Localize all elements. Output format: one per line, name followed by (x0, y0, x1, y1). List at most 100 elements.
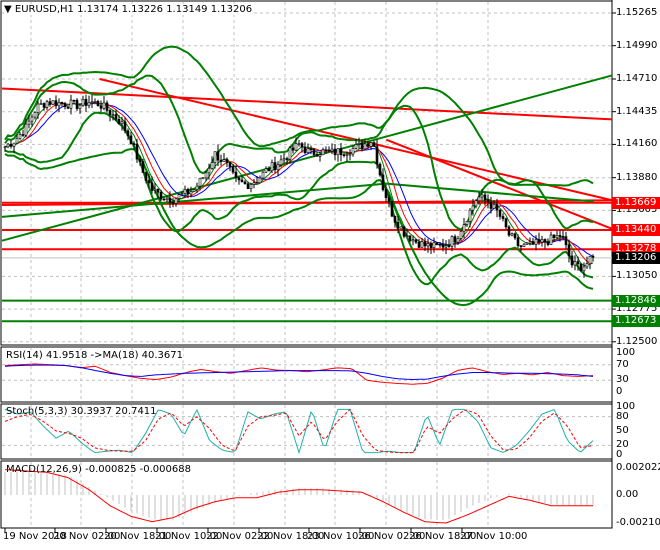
candle-body (480, 194, 484, 198)
candle-body (96, 101, 100, 107)
rsi-series-MA(18) (4, 364, 594, 381)
candle-body (276, 164, 280, 171)
candle-body (330, 148, 334, 152)
price-label: 1.12500 (616, 335, 658, 347)
candle-body (363, 143, 367, 150)
candle-body (321, 149, 325, 156)
axis-label: 0.00 (616, 489, 639, 500)
candle-body (123, 121, 127, 132)
candle-body (414, 239, 418, 243)
candle-body (219, 159, 223, 162)
candle-body (528, 241, 532, 244)
candle-body (591, 255, 595, 258)
candle-body (33, 112, 37, 118)
candle-body (39, 103, 43, 105)
candle-body (279, 159, 283, 166)
candle-body (18, 134, 22, 139)
candle-body (288, 147, 292, 160)
candle-body (537, 239, 541, 243)
candle-body (120, 121, 124, 125)
candle-body (309, 148, 313, 151)
candle-body (402, 226, 406, 237)
candle-body (393, 215, 397, 223)
candle-body (306, 148, 310, 154)
candle-body (198, 177, 202, 187)
candle-body (168, 197, 172, 203)
candle-body (348, 153, 352, 156)
candle-body (423, 241, 427, 247)
candle-body (240, 179, 244, 183)
price-tag-1.13440: 1.13440 (612, 224, 660, 236)
candle-body (543, 239, 547, 243)
candle-body (522, 243, 526, 247)
rsi-series-RSI(14) (4, 363, 594, 385)
candle-body (390, 201, 394, 217)
candle-body (477, 196, 481, 202)
high-value: 1.13226 (121, 4, 163, 15)
candle-body (312, 148, 316, 155)
candle-body (375, 146, 379, 165)
candle-body (102, 102, 106, 109)
candle-body (111, 114, 115, 116)
candle-body (441, 244, 445, 248)
candle-body (270, 162, 274, 172)
candle-body (357, 143, 361, 145)
candle-body (57, 102, 61, 107)
candle-body (78, 104, 82, 109)
price-tag-1.12846: 1.12846 (612, 294, 660, 307)
candle-body (318, 154, 322, 157)
price-label: 1.14990 (616, 39, 658, 51)
candle-body (144, 172, 148, 181)
candle-body (294, 143, 298, 151)
candle-body (567, 244, 571, 257)
candle-body (81, 98, 85, 106)
candle-body (531, 241, 535, 245)
candle-body (291, 147, 295, 151)
candle-body (588, 255, 592, 264)
candle-body (138, 158, 142, 162)
candle-body (114, 114, 118, 120)
candle-body (501, 216, 505, 219)
axis-label: 70 (616, 358, 629, 370)
triangle-down-icon[interactable]: ▼ (4, 4, 12, 15)
candle-body (558, 235, 562, 237)
candle-body (54, 100, 58, 107)
candle-body (489, 201, 493, 209)
candle-body (45, 101, 49, 108)
candle-body (216, 151, 220, 161)
candle-body (129, 135, 133, 144)
candle-body (549, 234, 553, 245)
candle-body (435, 242, 439, 245)
candle-body (396, 222, 400, 229)
candle-body (339, 148, 343, 155)
candle-body (6, 143, 10, 148)
candle-body (507, 226, 511, 236)
axis-label: 0 (616, 386, 623, 397)
candle-body (84, 98, 88, 106)
candle-body (564, 236, 568, 246)
candle-body (75, 99, 79, 109)
candle-body (117, 119, 121, 125)
candle-body (126, 130, 130, 137)
candle-body (447, 245, 451, 247)
candle-body (93, 101, 97, 103)
candle-body (42, 103, 46, 108)
candle-body (69, 99, 73, 109)
candle-body (285, 158, 289, 160)
candle-body (12, 142, 16, 147)
candle-body (147, 180, 151, 184)
candle-body (24, 123, 28, 136)
price-label: 1.13050 (616, 270, 658, 282)
candle-body (150, 182, 154, 191)
candle-body (183, 189, 187, 194)
candle-body (231, 166, 235, 173)
candle-body (573, 261, 577, 266)
candle-body (273, 162, 277, 171)
candle-body (399, 226, 403, 229)
bollinger-upper (4, 45, 594, 187)
candle-body (204, 172, 208, 179)
macd-signal (4, 469, 593, 524)
candle-body (264, 168, 268, 173)
candle-body (465, 221, 469, 225)
candle-body (228, 162, 232, 167)
